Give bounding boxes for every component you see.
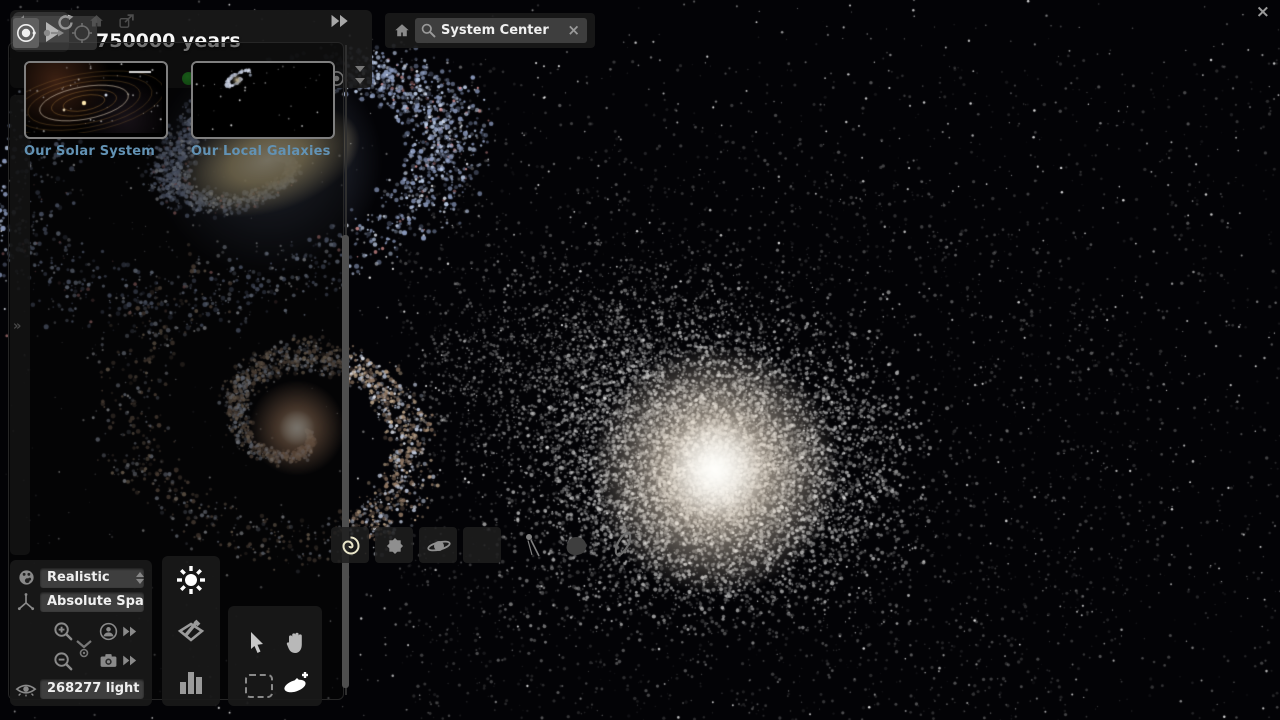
search-box[interactable]: ×: [415, 18, 587, 43]
crosshair-icon: [71, 22, 93, 44]
tab-add-star[interactable]: [375, 527, 413, 563]
paint-tool-button[interactable]: [176, 616, 206, 646]
placement-mode-group: [11, 16, 97, 50]
app-window: » 750000 years G: [0, 0, 1280, 720]
search-input[interactable]: [441, 21, 559, 40]
box-select-button[interactable]: [245, 674, 273, 698]
view-scale-eye-icon: [15, 680, 37, 700]
render-mode-dropdown[interactable]: Realistic: [40, 568, 144, 588]
moon-icon: [471, 534, 495, 558]
camera-fast-forward-icon[interactable]: [122, 654, 138, 667]
step-up-arrow[interactable]: [355, 66, 365, 72]
tab-add-asteroid[interactable]: [562, 533, 590, 559]
library-item-label: Our Solar System: [24, 144, 174, 159]
follow-fast-forward-icon[interactable]: [122, 625, 138, 638]
view-scale-field[interactable]: 268277 light years: [40, 679, 144, 699]
dropdown-down-arrow[interactable]: [136, 579, 144, 584]
zoom-in-button[interactable]: [52, 620, 75, 643]
view-settings-panel: Realistic Absolute Space: [10, 560, 152, 706]
scrollbar-thumb[interactable]: [342, 235, 349, 688]
tools-panel: [228, 606, 322, 706]
orbit-body-icon: [15, 22, 37, 44]
follow-object-icon[interactable]: [98, 621, 119, 642]
clear-search-icon[interactable]: ×: [567, 21, 580, 39]
library-item-label: Our Local Galaxies: [191, 144, 341, 159]
search-panel: ×: [385, 13, 595, 48]
galaxy-icon: [339, 534, 363, 558]
library-item-thumbnail[interactable]: [24, 61, 168, 139]
mode-velocity-button[interactable]: [41, 18, 67, 48]
select-cursor-button[interactable]: [246, 630, 268, 656]
space-axes-icon: [16, 592, 36, 612]
tab-add-moon[interactable]: [463, 527, 501, 563]
zoom-out-button[interactable]: [52, 650, 75, 673]
tab-add-comet[interactable]: [522, 531, 546, 559]
step-down-arrow[interactable]: [355, 78, 365, 84]
forward-button[interactable]: [330, 13, 350, 29]
library-item-thumbnail[interactable]: [191, 61, 335, 139]
search-icon: [420, 22, 437, 39]
frame-view-icon[interactable]: [74, 638, 94, 660]
tab-add-planet[interactable]: [419, 527, 457, 563]
star-icon: [383, 534, 407, 558]
velocity-arrow-icon: [43, 26, 65, 40]
home-icon[interactable]: [393, 22, 411, 40]
mode-orbit-button[interactable]: [13, 18, 39, 48]
camera-icon[interactable]: [99, 652, 118, 669]
star-brightness-button[interactable]: [175, 564, 207, 596]
close-panel-icon[interactable]: ×: [1256, 2, 1270, 22]
library-item[interactable]: Our Solar System: [24, 61, 174, 159]
open-external-button[interactable]: [118, 13, 135, 30]
chart-tool-button[interactable]: [178, 668, 204, 696]
tab-add-galaxy[interactable]: [331, 527, 369, 563]
add-body-touch-button[interactable]: [281, 668, 311, 698]
mode-target-button[interactable]: [69, 18, 95, 48]
library-item[interactable]: Our Local Galaxies: [191, 61, 341, 159]
space-mode-button[interactable]: Absolute Space: [40, 592, 144, 612]
palette-icon: [17, 568, 36, 587]
dropdown-up-arrow[interactable]: [136, 572, 144, 577]
tab-add-ring[interactable]: [608, 528, 638, 560]
scene-toolbar: [162, 556, 220, 706]
pan-hand-button[interactable]: [284, 630, 308, 656]
ringed-planet-icon: [427, 534, 451, 558]
